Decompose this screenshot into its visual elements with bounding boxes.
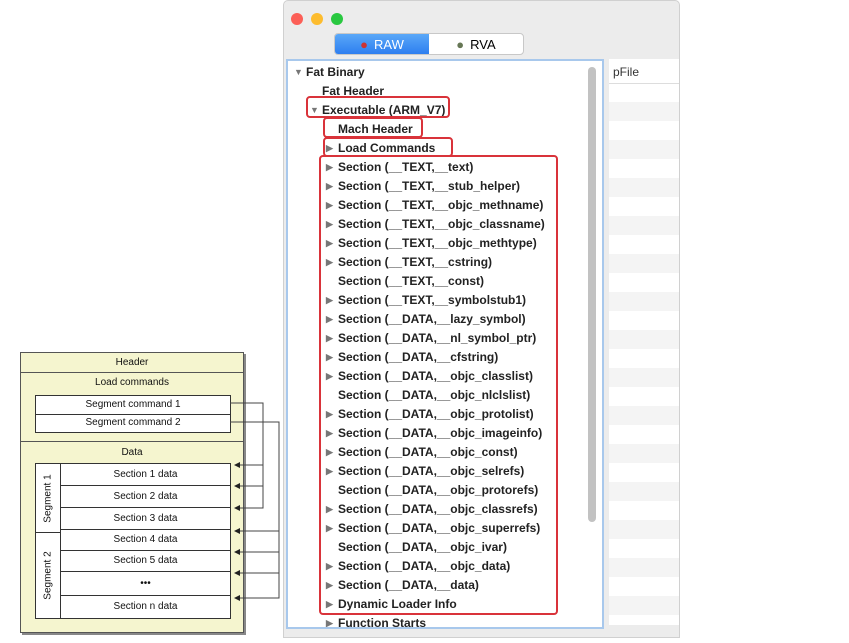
minimize-button[interactable] (311, 13, 323, 25)
column-header-pfile[interactable]: pFile (613, 65, 639, 79)
rva-icon: ● (456, 36, 465, 52)
disclosure-expanded-icon[interactable]: ▼ (294, 63, 303, 82)
highlight-sections (319, 155, 558, 615)
tab-raw[interactable]: ● RAW (335, 34, 429, 54)
highlight-load-commands (323, 137, 453, 157)
view-mode-segmented: ● RAW ● RVA (334, 33, 524, 55)
close-button[interactable] (291, 13, 303, 25)
tree-item-label: Function Starts (338, 616, 427, 629)
highlight-executable (306, 96, 450, 118)
zoom-button[interactable] (331, 13, 343, 25)
tree-item[interactable]: ▶ Function Starts (326, 614, 427, 629)
tree-scrollbar[interactable] (588, 67, 596, 522)
raw-icon: ● (360, 36, 368, 52)
diagram-arrows (230, 402, 280, 601)
disclosure-collapsed-icon[interactable]: ▶ (326, 614, 333, 627)
highlight-mach-header (323, 117, 423, 138)
tab-rva[interactable]: ● RVA (429, 34, 523, 54)
tree-item[interactable]: ▼ Fat Binary (294, 63, 365, 82)
tree-item-label: Fat Binary (306, 65, 365, 79)
detail-table: pFile (609, 59, 679, 625)
